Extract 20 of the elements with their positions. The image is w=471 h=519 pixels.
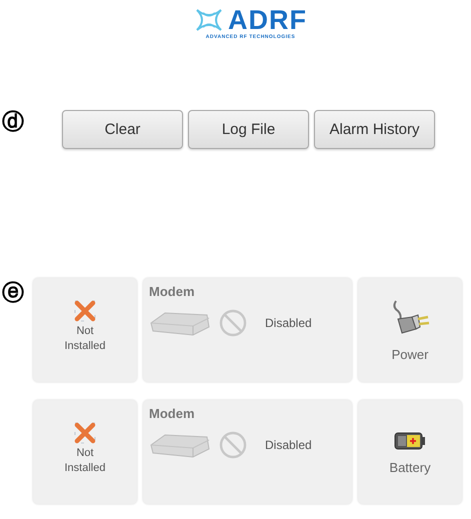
action-button[interactable]: Log File — [188, 110, 309, 149]
modem-title: Modem — [149, 284, 196, 299]
status-label: Not Installed — [64, 446, 106, 476]
supply-label: Battery — [389, 460, 431, 474]
modem-title: Modem — [149, 406, 196, 421]
status-label: Not Installed — [64, 324, 106, 354]
logo-text: ADRF — [228, 6, 307, 34]
supply-label: Power — [392, 346, 428, 362]
action-button[interactable]: Alarm History — [314, 110, 435, 149]
battery-icon — [393, 430, 427, 452]
modem-state: Disabled — [265, 316, 312, 330]
prohibited-icon — [219, 309, 247, 337]
prohibited-icon — [219, 431, 247, 459]
section-marker: ⓔ — [1, 282, 25, 306]
modem-state: Disabled — [265, 438, 312, 452]
cross-icon — [74, 422, 96, 444]
cross-icon — [74, 300, 96, 322]
section-marker: ⓓ — [1, 111, 25, 135]
action-button[interactable]: Clear — [62, 110, 183, 149]
wave-logo-icon — [194, 7, 224, 33]
